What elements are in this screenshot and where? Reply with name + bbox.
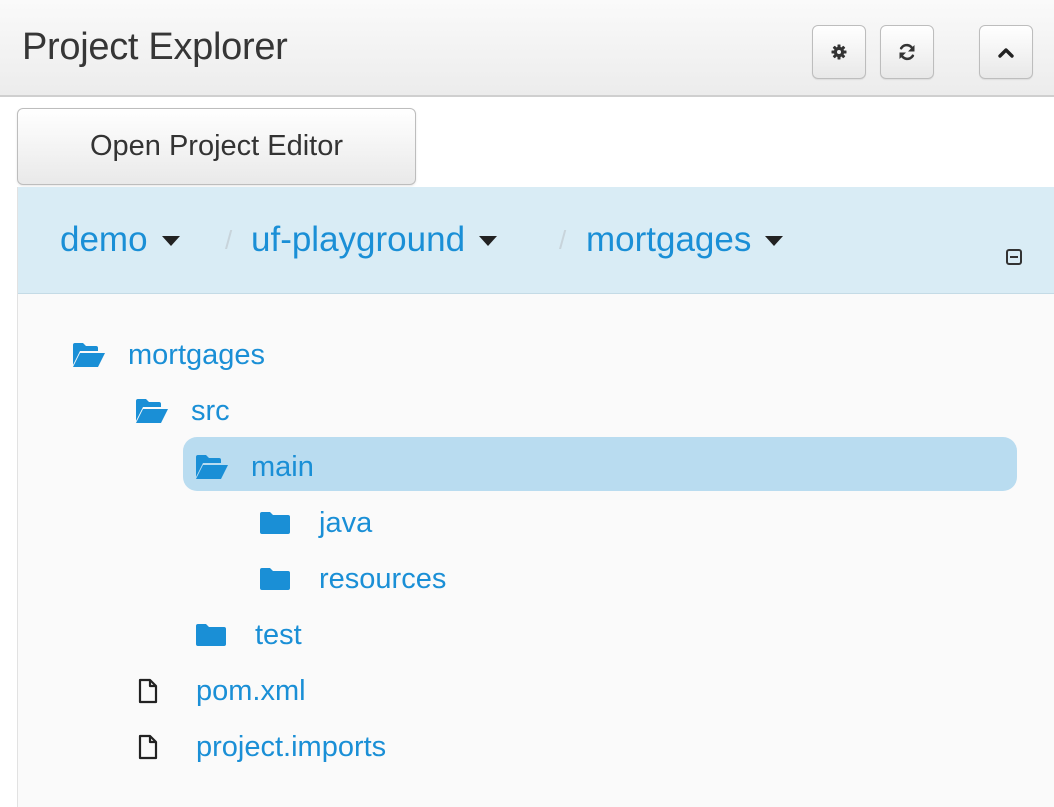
tree-item-label: java (319, 506, 373, 539)
settings-button[interactable] (812, 25, 866, 79)
refresh-button[interactable] (880, 25, 934, 79)
panel-header: Project Explorer (0, 0, 1054, 97)
breadcrumb-label: demo (60, 220, 148, 259)
folder-open-icon (135, 398, 169, 424)
tree-item-java[interactable]: java (259, 501, 372, 545)
caret-down-icon (765, 236, 784, 246)
breadcrumb-separator: / (225, 224, 233, 255)
tree-item-label: project.imports (196, 730, 387, 763)
refresh-icon (897, 42, 917, 62)
breadcrumb-separator: / (559, 224, 567, 255)
tree-item-mortgages[interactable]: mortgages (72, 333, 265, 377)
breadcrumb-item-mortgages[interactable]: mortgages (586, 187, 784, 293)
file-icon (138, 734, 158, 760)
folder-icon (259, 567, 291, 591)
breadcrumb-label: mortgages (586, 220, 752, 259)
tree-item-label: main (251, 450, 314, 483)
folder-icon (195, 623, 227, 647)
folder-icon (259, 511, 291, 535)
caret-down-icon (479, 236, 498, 246)
file-icon (138, 678, 158, 704)
chevron-up-icon (997, 45, 1015, 59)
explorer-panel: demo / uf-playground / mortgages (17, 187, 1054, 807)
breadcrumb-label: uf-playground (251, 220, 466, 259)
tree-item-label: mortgages (128, 338, 266, 371)
tree-item-src[interactable]: src (135, 389, 230, 433)
tree-item-test[interactable]: test (195, 613, 302, 657)
panel-title: Project Explorer (22, 26, 288, 68)
breadcrumb-item-uf-playground[interactable]: uf-playground (251, 187, 498, 293)
tree-item-label: test (255, 618, 302, 651)
tree-item-project-imports[interactable]: project.imports (138, 725, 386, 769)
folder-open-icon (195, 454, 229, 480)
open-project-editor-button[interactable]: Open Project Editor (17, 108, 416, 185)
tree-item-label: pom.xml (196, 674, 306, 707)
tree-item-resources[interactable]: resources (259, 557, 446, 601)
tree-item-label: resources (319, 562, 447, 595)
folder-open-icon (72, 342, 106, 368)
gear-icon (831, 44, 847, 60)
caret-down-icon (161, 236, 180, 246)
collapse-all-icon[interactable] (1006, 249, 1022, 265)
tree-item-main[interactable]: main (195, 445, 314, 489)
breadcrumb: demo / uf-playground / mortgages (18, 187, 1054, 294)
tree-item-label: src (191, 394, 230, 427)
breadcrumb-item-demo[interactable]: demo (60, 187, 180, 293)
collapse-panel-button[interactable] (979, 25, 1033, 79)
tree-item-pom-xml[interactable]: pom.xml (138, 669, 306, 713)
